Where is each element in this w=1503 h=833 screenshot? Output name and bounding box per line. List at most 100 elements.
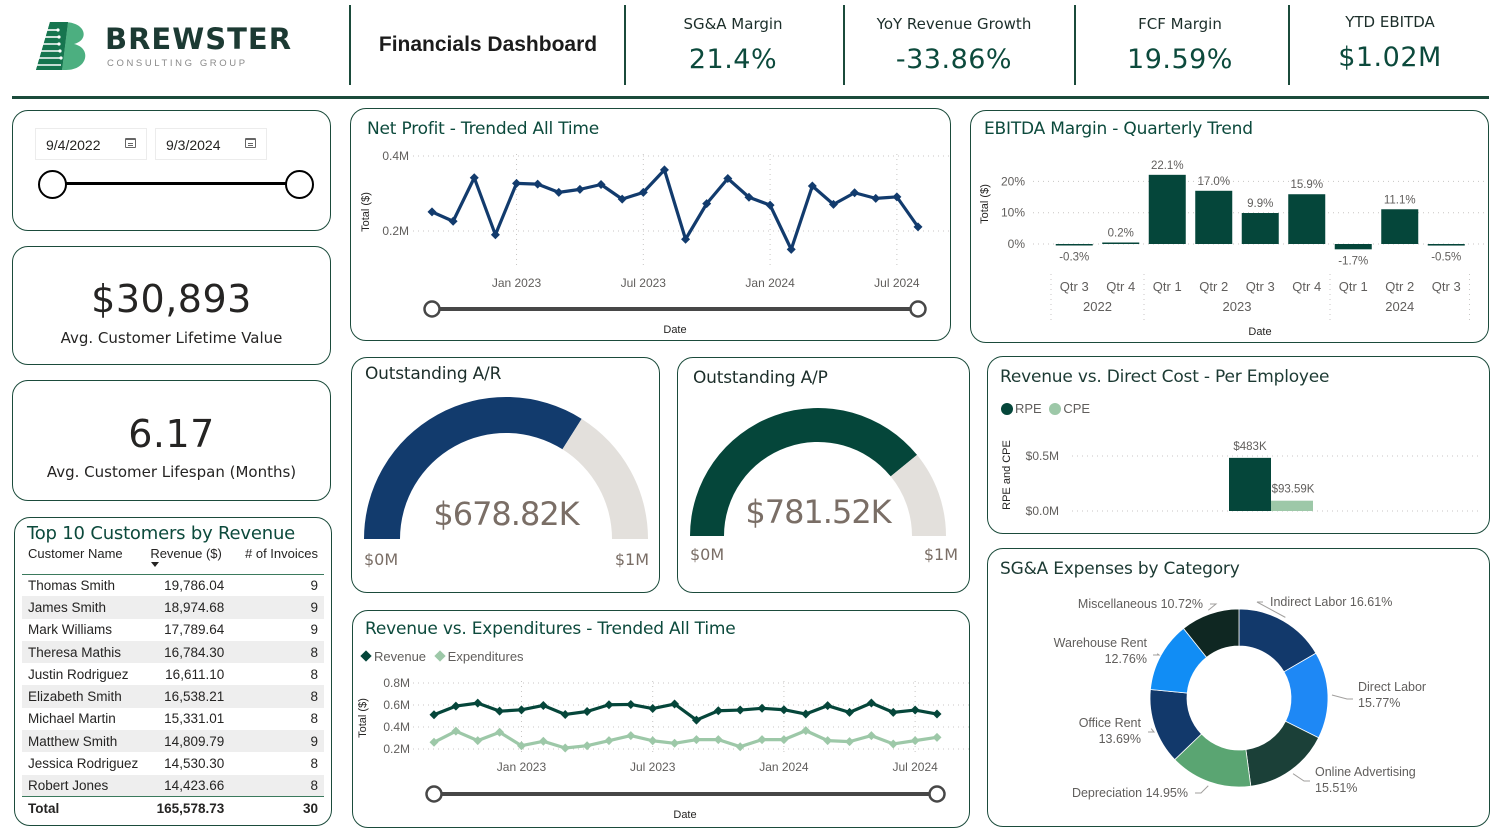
table-row[interactable]: Thomas Smith 19,786.04 9 <box>22 574 324 596</box>
date-range-start-handle[interactable] <box>38 170 67 199</box>
gauge-value: $781.52K <box>745 493 892 531</box>
lifespan-label: Avg. Customer Lifespan (Months) <box>46 463 297 481</box>
sga-card: SG&A Expenses by Category Indirect Labor… <box>987 548 1490 827</box>
rev-exp-play-axis-start-handle[interactable] <box>425 785 443 803</box>
bar <box>1055 244 1093 246</box>
x-tick-label: Qtr 2 <box>1385 279 1414 294</box>
revenue-cell: 16,538.21 <box>144 685 231 708</box>
y-tick-label: 0.8M <box>383 676 410 690</box>
x-tick-label: Jan 2023 <box>497 760 547 774</box>
data-point <box>626 699 636 709</box>
sort-descending-icon[interactable] <box>151 562 160 567</box>
kpi-value-fcf-margin: 19.59% <box>1127 44 1233 75</box>
data-point <box>932 732 942 742</box>
y-axis-title: RPE and CPE <box>1001 440 1013 510</box>
customer-name-cell: James Smith <box>22 596 145 619</box>
clv-card: $30,893 Avg. Customer Lifetime Value <box>12 246 331 365</box>
x-tick-label: Jan 2024 <box>759 760 809 774</box>
gauge-min-label: $0M <box>364 550 398 569</box>
column-header-invoices[interactable]: # of Invoices <box>230 546 324 575</box>
date-range-track[interactable] <box>53 182 301 185</box>
customer-name-cell: Jessica Rodriguez <box>28 756 139 772</box>
data-point <box>604 736 614 746</box>
revenue-cell: 18,974.68 <box>144 596 231 619</box>
gauge-max-label: $1M <box>924 545 958 564</box>
column-header-revenue[interactable]: Revenue ($) <box>144 546 231 575</box>
customer-name-cell: Mark Williams <box>28 622 112 638</box>
data-point <box>801 709 811 719</box>
data-point <box>538 736 548 746</box>
x-tick-label: Jan 2024 <box>745 276 795 290</box>
invoices-cell: 8 <box>310 711 318 727</box>
calendar-icon[interactable] <box>245 138 256 148</box>
bar-cpe <box>1271 500 1313 511</box>
table-row[interactable]: Matthew Smith 14,809.79 9 <box>22 730 324 753</box>
customer-name-cell: Elizabeth Smith <box>22 685 145 708</box>
invoices-cell: 9 <box>310 577 318 593</box>
table-row[interactable]: Jessica Rodriguez 14,530.30 8 <box>22 752 324 774</box>
x-group-label: 2024 <box>1385 299 1414 314</box>
y-tick-label: 0.4M <box>383 720 410 734</box>
data-point <box>490 230 500 240</box>
net-profit-play-axis-start-handle[interactable] <box>423 300 441 318</box>
data-label: 22.1% <box>1151 160 1184 172</box>
net-profit-play-axis-end-handle[interactable] <box>909 300 927 318</box>
rev-exp-chart: 0.2M 0.4M 0.6M 0.8M Jan 2023 Jul 2023 Jan 2024… <box>357 676 969 821</box>
end-date-input[interactable]: 9/3/2024 <box>155 128 267 160</box>
column-header-customer-name[interactable]: Customer Name <box>22 546 145 575</box>
customer-name-cell: Matthew Smith <box>22 730 145 753</box>
date-range-end-handle[interactable] <box>285 170 314 199</box>
data-point <box>823 701 833 711</box>
table-row[interactable]: Michael Martin 15,331.01 8 <box>22 708 324 730</box>
customer-name-cell: Thomas Smith <box>28 577 116 593</box>
ap-gauge: $781.52K $0M $1M <box>690 408 958 564</box>
brand-name: BREWSTER <box>105 22 293 56</box>
invoices-cell: 9 <box>230 730 324 753</box>
revenue-cell: 16,611.10 <box>165 666 225 682</box>
data-label: 0.2% <box>1108 228 1134 240</box>
data-point <box>888 739 898 749</box>
series-line-net-profit <box>431 168 920 251</box>
calendar-icon[interactable] <box>125 138 136 148</box>
x-tick-label: Qtr 3 <box>1060 279 1089 294</box>
brand-subtitle: CONSULTING GROUP <box>107 58 248 69</box>
data-point <box>866 698 876 708</box>
column-header-label: Customer Name <box>28 546 123 561</box>
table-row[interactable]: Theresa Mathis 16,784.30 8 <box>22 640 324 664</box>
leader-line <box>1207 603 1218 611</box>
bar <box>1148 174 1186 244</box>
rev-exp-card: Revenue vs. Expenditures - Trended All T… <box>352 610 970 828</box>
slice-label: Miscellaneous 10.72% <box>1078 597 1203 611</box>
revenue-cell: 19,786.04 <box>164 577 225 593</box>
top-customers-title: Top 10 Customers by Revenue <box>27 523 296 544</box>
y-tick-label: 0.4M <box>382 149 409 163</box>
table-row[interactable]: Robert Jones 14,423.66 8 <box>22 774 324 797</box>
table-row[interactable]: Mark Williams 17,789.64 9 <box>22 619 324 641</box>
table-row[interactable]: James Smith 18,974.68 9 <box>22 596 324 619</box>
slice-label-value: 15.77% <box>1358 696 1400 710</box>
invoices-cell: 8 <box>230 774 324 797</box>
data-point <box>871 193 881 203</box>
rev-exp-play-axis-end-handle[interactable] <box>928 785 946 803</box>
x-tick-label: Qtr 3 <box>1432 279 1461 294</box>
data-point <box>429 710 439 720</box>
x-axis-title: Date <box>1248 326 1271 338</box>
gauge-value: $678.82K <box>433 495 580 533</box>
data-point <box>779 705 789 715</box>
y-tick-label: 20% <box>1001 174 1025 188</box>
data-point <box>648 704 658 714</box>
kpi-label-fcf-margin: FCF Margin <box>1138 15 1222 33</box>
invoices-cell: 9 <box>310 622 318 638</box>
table-row[interactable]: Justin Rodriguez 16,611.10 8 <box>22 663 324 685</box>
customer-name-cell: Theresa Mathis <box>22 640 145 664</box>
x-tick-label: Jul 2023 <box>621 276 667 290</box>
data-point <box>473 698 483 708</box>
start-date-input[interactable]: 9/4/2022 <box>35 128 147 160</box>
y-tick-label: 0.2M <box>382 224 409 238</box>
x-tick-label: Qtr 4 <box>1106 279 1135 294</box>
invoices-cell: 8 <box>310 666 318 682</box>
data-point <box>735 742 745 752</box>
table-row[interactable]: Elizabeth Smith 16,538.21 8 <box>22 685 324 708</box>
invoices-cell: 8 <box>310 756 318 772</box>
y-axis-title: Total ($) <box>979 184 991 224</box>
